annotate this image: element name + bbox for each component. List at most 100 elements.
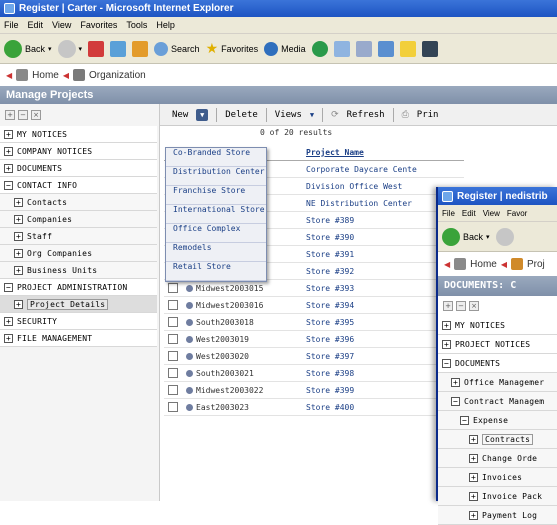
table-row[interactable]: Midwest2003016 Store #394	[164, 297, 464, 314]
dropdown-item[interactable]: International Store	[166, 205, 266, 224]
popup-tree-item[interactable]: + Change Orde	[438, 449, 557, 468]
collapse-icon[interactable]: −	[4, 282, 13, 292]
table-row[interactable]: East2003023 Store #400	[164, 399, 464, 416]
project-name[interactable]: Store #392	[306, 267, 354, 276]
sidebar-item[interactable]: + Staff	[0, 228, 157, 245]
project-number[interactable]: South2003021	[196, 369, 254, 378]
menu-file[interactable]: File	[4, 20, 19, 30]
mail-icon[interactable]	[333, 40, 350, 57]
project-name[interactable]: Division Office West	[306, 182, 402, 191]
popup-breadcrumb-home[interactable]: Home	[470, 259, 497, 270]
dropdown-item[interactable]: Retail Store	[166, 262, 266, 281]
project-number[interactable]: Midwest2003022	[196, 386, 263, 395]
sidebar-item[interactable]: − CONTACT INFO	[0, 177, 157, 194]
project-name[interactable]: Store #399	[306, 386, 354, 395]
expand-icon[interactable]: +	[469, 453, 478, 463]
popup-menu-edit[interactable]: Edit	[462, 209, 476, 218]
sidebar-item[interactable]: + Project Details	[0, 296, 157, 313]
project-name[interactable]: NE Distribution Center	[306, 199, 412, 208]
expand-icon[interactable]: +	[4, 163, 13, 173]
expand-icon[interactable]: +	[469, 510, 478, 520]
project-name[interactable]: Store #394	[306, 301, 354, 310]
refresh-icon[interactable]	[110, 40, 127, 57]
forward-button[interactable]: ▾	[57, 39, 82, 58]
row-checkbox[interactable]	[168, 334, 178, 344]
column-project-name[interactable]: Project Name	[306, 148, 364, 157]
project-number[interactable]: East2003023	[196, 403, 249, 412]
popup-tree-item[interactable]: + Invoices	[438, 468, 557, 487]
project-number[interactable]: West2003019	[196, 335, 249, 344]
stop-icon[interactable]	[88, 40, 105, 57]
sidebar-item[interactable]: + Companies	[0, 211, 157, 228]
sidebar-item[interactable]: + Org Companies	[0, 245, 157, 262]
sidebar-item[interactable]: + MY NOTICES	[0, 126, 157, 143]
search-button[interactable]: Search	[154, 41, 200, 56]
popup-tree-item[interactable]: + Office Managemer	[438, 373, 557, 392]
popup-tree-item[interactable]: − Expense	[438, 411, 557, 430]
expand-icon[interactable]: +	[469, 434, 478, 444]
breadcrumb-organization[interactable]: Organization	[89, 70, 146, 81]
table-row[interactable]: Midwest2003022 Store #399	[164, 382, 464, 399]
menu-favorites[interactable]: Favorites	[80, 20, 117, 30]
expand-icon[interactable]: +	[14, 197, 23, 207]
messenger-icon[interactable]	[421, 40, 438, 57]
row-checkbox[interactable]	[168, 300, 178, 310]
sidebar-item[interactable]: + Business Units	[0, 262, 157, 279]
print-icon[interactable]	[355, 40, 372, 57]
menu-view[interactable]: View	[52, 20, 71, 30]
expand-icon[interactable]: +	[4, 333, 13, 343]
project-name[interactable]: Store #396	[306, 335, 354, 344]
dropdown-item[interactable]: Remodels	[166, 243, 266, 262]
home-icon[interactable]	[132, 40, 149, 57]
sidebar-item[interactable]: + FILE MANAGEMENT	[0, 330, 157, 347]
popup-menu-view[interactable]: View	[483, 209, 500, 218]
row-checkbox[interactable]	[168, 351, 178, 361]
expand-icon[interactable]: +	[4, 129, 13, 139]
sidebar-item[interactable]: + SECURITY	[0, 313, 157, 330]
edit-icon[interactable]	[377, 40, 394, 57]
expand-icon[interactable]: +	[442, 339, 451, 349]
popup-tree-item[interactable]: + MY NOTICES	[438, 316, 557, 335]
project-number[interactable]: Midwest2003015	[196, 284, 263, 293]
popup-menu-file[interactable]: File	[442, 209, 455, 218]
table-row[interactable]: West2003019 Store #396	[164, 331, 464, 348]
folder-icon[interactable]	[399, 40, 416, 57]
popup-tree-item[interactable]: + Contracts	[438, 430, 557, 449]
collapse-icon[interactable]: −	[4, 180, 13, 190]
collapse-all-icon[interactable]: −	[18, 110, 28, 120]
forward-arrow-icon[interactable]	[495, 227, 514, 246]
project-number[interactable]: South2003018	[196, 318, 254, 327]
expand-icon[interactable]: +	[14, 231, 23, 241]
expand-all-icon[interactable]: +	[5, 110, 15, 120]
popup-tree-item[interactable]: + PROJECT NOTICES	[438, 335, 557, 354]
project-name[interactable]: Corporate Daycare Cente	[306, 165, 417, 174]
popup-tree-item[interactable]: − Contract Managem	[438, 392, 557, 411]
project-name[interactable]: Store #397	[306, 352, 354, 361]
table-row[interactable]: West2003020 Store #397	[164, 348, 464, 365]
collapse-all-icon[interactable]: −	[456, 301, 466, 311]
breadcrumb-home[interactable]: Home	[32, 70, 59, 81]
dropdown-item[interactable]: Office Complex	[166, 224, 266, 243]
sidebar-item[interactable]: + DOCUMENTS	[0, 160, 157, 177]
expand-icon[interactable]: +	[14, 248, 23, 258]
sidebar-item[interactable]: + Contacts	[0, 194, 157, 211]
popup-tree-item[interactable]: − DOCUMENTS	[438, 354, 557, 373]
back-button[interactable]: Back ▾	[4, 39, 52, 58]
menu-tools[interactable]: Tools	[126, 20, 147, 30]
project-number[interactable]: West2003020	[196, 352, 249, 361]
menu-edit[interactable]: Edit	[28, 20, 44, 30]
refresh-button[interactable]: Refresh	[347, 110, 385, 120]
collapse-icon[interactable]: −	[442, 358, 451, 368]
views-button[interactable]: Views	[275, 110, 302, 120]
favorites-button[interactable]: ★ Favorites	[206, 40, 259, 57]
new-dropdown-arrow-icon[interactable]: ▼	[196, 108, 209, 121]
popup-back-button[interactable]: Back ▾	[442, 227, 490, 246]
expand-icon[interactable]: +	[442, 320, 451, 330]
popup-breadcrumb-project[interactable]: Proj	[527, 259, 545, 270]
row-checkbox[interactable]	[168, 402, 178, 412]
dropdown-item[interactable]: Co-Branded Store	[166, 148, 266, 167]
project-name[interactable]: Store #395	[306, 318, 354, 327]
row-checkbox[interactable]	[168, 385, 178, 395]
project-name[interactable]: Store #391	[306, 250, 354, 259]
expand-all-icon[interactable]: +	[443, 301, 453, 311]
